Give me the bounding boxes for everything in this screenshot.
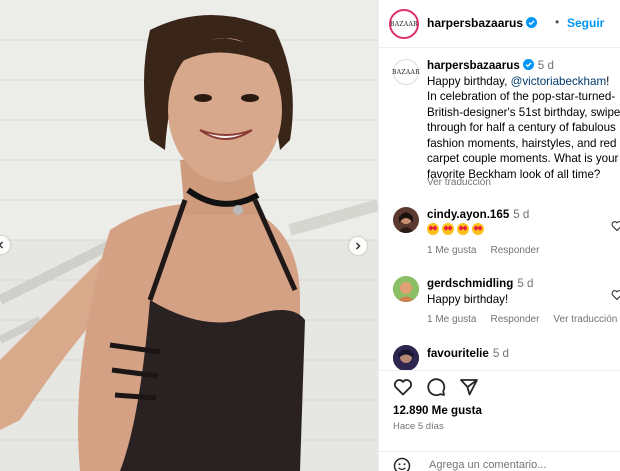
likes-count[interactable]: 12.890 Me gusta <box>393 404 482 417</box>
comment-reply-button[interactable]: Responder <box>490 314 539 325</box>
comment-username[interactable]: cindy.ayon.165 5 d <box>427 208 529 221</box>
caption-username[interactable]: harpersbazaarus <box>427 59 520 72</box>
comment-likes[interactable]: 1 Me gusta <box>427 245 476 256</box>
add-comment-row <box>379 451 620 471</box>
post-actions: 12.890 Me gusta Hace 5 días <box>379 370 620 471</box>
account-username-text[interactable]: harpersbazaarus <box>427 16 523 30</box>
post-header: BAZAAR harpersbazaarus • Seguir <box>379 0 620 48</box>
comments-scroll-area[interactable]: BAZAAR harpersbazaarus 5 d Happy birthday… <box>379 49 620 370</box>
post-panel: BAZAAR harpersbazaarus • Seguir BAZAAR h… <box>378 0 620 471</box>
heart-icon[interactable] <box>393 377 413 397</box>
heart-eyes-emoji <box>442 223 454 235</box>
comment-text: Happy birthday! <box>427 293 509 306</box>
next-image-button[interactable] <box>349 237 367 255</box>
post-photo <box>0 0 378 471</box>
account-avatar[interactable]: BAZAAR <box>389 9 419 39</box>
chevron-left-icon <box>0 241 4 249</box>
verified-badge-icon <box>526 17 538 28</box>
post-media[interactable] <box>0 0 378 471</box>
heart-icon[interactable] <box>611 289 620 301</box>
caption-text-after: ! In celebration of the pop-star-turned-… <box>427 74 620 181</box>
comment-time: 5 d <box>513 208 530 221</box>
account-username[interactable]: harpersbazaarus <box>427 16 538 30</box>
heart-eyes-emoji <box>472 223 484 235</box>
posted-time: Hace 5 días <box>393 421 444 432</box>
follow-button[interactable]: Seguir <box>567 16 604 30</box>
comment-likes[interactable]: 1 Me gusta <box>427 314 476 325</box>
heart-eyes-emoji <box>457 223 469 235</box>
heart-icon[interactable] <box>611 220 620 232</box>
comment-meta: 1 Me gusta Responder <box>427 245 553 256</box>
add-comment-input[interactable] <box>429 459 609 471</box>
comment-avatar[interactable] <box>393 276 419 302</box>
chevron-right-icon <box>355 242 361 250</box>
comment-time: 5 d <box>492 347 509 360</box>
comment-username[interactable]: gerdschmidling 5 d <box>427 277 533 290</box>
verified-badge-icon <box>522 59 534 70</box>
caption-text-before: Happy birthday, <box>427 74 511 88</box>
comment-time: 5 d <box>517 277 534 290</box>
header-separator: • <box>555 15 560 29</box>
post-caption: harpersbazaarus 5 d Happy birthday, @vict… <box>427 58 620 182</box>
heart-eyes-emoji <box>427 223 439 235</box>
caption-mention[interactable]: @victoriabeckham <box>511 75 607 88</box>
comment-meta: 1 Me gusta Responder Ver traducción <box>427 314 620 325</box>
caption-time: 5 d <box>537 59 554 72</box>
caption-avatar[interactable]: BAZAAR <box>392 59 420 85</box>
paper-plane-icon[interactable] <box>459 377 479 397</box>
comment-text <box>427 223 487 236</box>
comment-avatar[interactable] <box>393 345 419 370</box>
comment-icon[interactable] <box>426 377 446 397</box>
comment-reply-button[interactable]: Responder <box>490 245 539 256</box>
caption-see-translation[interactable]: Ver traducción <box>427 177 491 188</box>
comment-see-translation[interactable]: Ver traducción <box>553 314 617 325</box>
smiley-icon[interactable] <box>393 457 411 471</box>
comment-avatar[interactable] <box>393 207 419 233</box>
comment-username[interactable]: favouritelie 5 d <box>427 347 509 360</box>
